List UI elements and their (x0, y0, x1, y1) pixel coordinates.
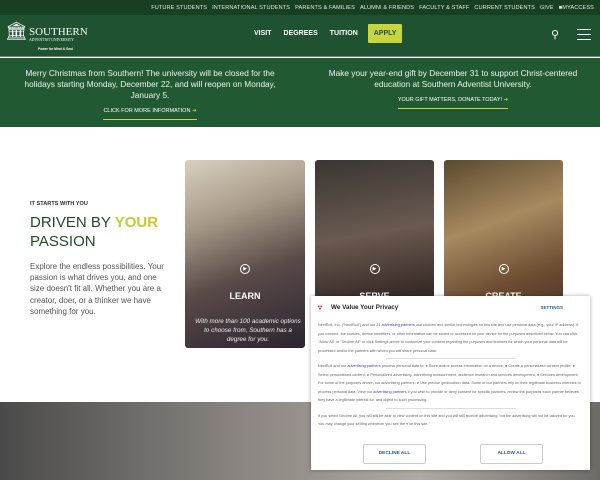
card-learn[interactable]: ▶ LEARN With more than 100 academic opti… (185, 160, 305, 348)
privacy-title: We Value Your Privacy (331, 304, 399, 312)
donate-link[interactable]: YOUR GIFT MATTERS, DONATE TODAY! ➜ (397, 95, 509, 109)
arrow-icon: ➜ (503, 97, 509, 103)
advertising-partners-link[interactable]: advertising partners (347, 364, 380, 368)
privacy-paragraph-1: NextRoll, Inc. ("NextRoll") and our 21 a… (318, 323, 579, 353)
settings-link[interactable]: SETTINGS (540, 304, 563, 313)
announcement-gift: Make your year-end gift by December 31 t… (318, 68, 588, 109)
advertising-partners-link-2[interactable]: advertising partners (373, 390, 406, 394)
search-icon[interactable]: ⚲ (551, 28, 559, 41)
pillars-icon: 🏛 (5, 21, 28, 41)
partners-link[interactable]: 21 advertising partners (376, 323, 415, 327)
intro-heading: DRIVEN BY YOUR PASSION (30, 214, 159, 250)
intro-body: Explore the endless possibilities. Your … (30, 262, 164, 316)
nav-visit[interactable]: VISIT (248, 24, 278, 43)
utility-nav: FUTURE STUDENTS INTERNATIONAL STUDENTS P… (0, 0, 600, 15)
decline-all-button[interactable]: DECLINE ALL (363, 444, 426, 464)
utility-link-international[interactable]: INTERNATIONAL STUDENTS (212, 5, 290, 11)
utility-link-myaccess[interactable]: ■MYACCESS (559, 5, 594, 11)
divider (385, 407, 516, 409)
allow-all-button[interactable]: ALLOW ALL (480, 444, 543, 464)
eyebrow: IT STARTS WITH YOU (30, 201, 88, 207)
utility-link-faculty[interactable]: FACULTY & STAFF (419, 5, 469, 11)
announcement-closure: Merry Christmas from Southern! The unive… (15, 68, 285, 120)
utility-link-alumni[interactable]: ALUMNI & FRIENDS (360, 5, 414, 11)
utility-link-parents[interactable]: PARENTS & FAMILIES (295, 5, 355, 11)
play-icon[interactable]: ▶ (498, 264, 509, 274)
nav-degrees[interactable]: DEGREES (278, 24, 324, 43)
apply-button[interactable]: APPLY (367, 24, 403, 43)
divider (385, 358, 516, 359)
play-icon[interactable]: ▶ (369, 264, 380, 274)
intro-section: IT STARTS WITH YOU DRIVEN BY YOUR PASSION… (30, 201, 170, 317)
hamburger-menu-icon[interactable] (577, 29, 591, 44)
privacy-paragraph-2: NextRoll and our advertising partners pr… (318, 364, 581, 402)
main-header: 🏛 SOUTHERN ADVENTIST UNIVERSITY Power fo… (0, 15, 600, 57)
privacy-consent-dialog: ▿ We Value Your Privacy SETTINGS NextRol… (311, 296, 590, 470)
play-icon[interactable]: ▶ (240, 264, 250, 274)
privacy-paragraph-3: If you select Decline All, you will stil… (318, 413, 576, 427)
utility-link-current[interactable]: CURRENT STUDENTS (474, 5, 535, 11)
nav-tuition[interactable]: TUITION (324, 24, 364, 43)
main-nav: VISIT DEGREES TUITION APPLY (248, 24, 403, 43)
arrow-icon: ➜ (191, 108, 197, 114)
announcement-banner: Merry Christmas from Southern! The unive… (0, 58, 600, 127)
more-info-link[interactable]: CLICK FOR MORE INFORMATION ➜ (103, 106, 197, 120)
utility-link-future-students[interactable]: FUTURE STUDENTS (151, 5, 207, 11)
utility-link-give[interactable]: GIVE (540, 5, 554, 11)
nextroll-logo-icon: ▿ (318, 303, 323, 313)
